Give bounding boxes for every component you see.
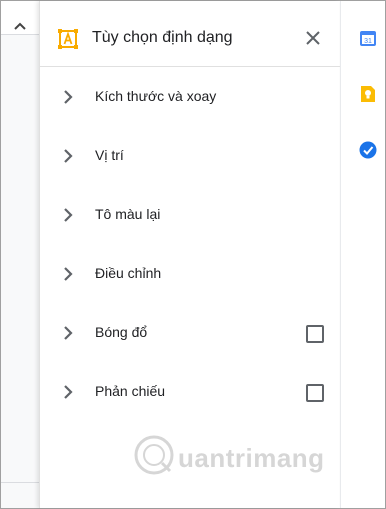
- section-adjustments[interactable]: Điều chỉnh: [40, 244, 340, 303]
- section-reflection[interactable]: Phản chiếu: [40, 362, 340, 421]
- watermark-text: uantrimang: [178, 443, 325, 473]
- section-label: Vị trí: [95, 147, 124, 163]
- divider: [1, 482, 39, 483]
- chevron-right-icon: [64, 208, 73, 222]
- panel-title: Tùy chọn định dạng: [92, 29, 233, 46]
- tasks-icon[interactable]: [359, 141, 377, 159]
- svg-text:31: 31: [364, 38, 372, 45]
- section-size-rotation[interactable]: Kích thước và xoay: [40, 67, 340, 126]
- calendar-icon[interactable]: 31: [359, 29, 377, 47]
- chevron-right-icon: [64, 149, 73, 163]
- section-label: Kích thước và xoay: [95, 88, 217, 104]
- section-label: Tô màu lại: [95, 206, 161, 222]
- watermark-logo-icon: [134, 435, 174, 475]
- section-drop-shadow[interactable]: Bóng đổ: [40, 303, 340, 362]
- document-toolbar: [1, 1, 39, 35]
- section-label: Bóng đổ: [95, 324, 148, 340]
- keep-icon[interactable]: [359, 85, 377, 103]
- format-options-icon: [58, 29, 78, 49]
- side-rail: 31: [340, 1, 385, 508]
- chevron-right-icon: [64, 385, 73, 399]
- section-label: Điều chỉnh: [95, 265, 162, 281]
- close-icon[interactable]: [303, 28, 323, 48]
- document-area: [1, 1, 39, 508]
- section-recolor[interactable]: Tô màu lại: [40, 185, 340, 244]
- reflection-checkbox[interactable]: [306, 384, 324, 402]
- chevron-right-icon: [64, 90, 73, 104]
- section-label: Phản chiếu: [95, 383, 166, 399]
- section-position[interactable]: Vị trí: [40, 126, 340, 185]
- panel-header: Tùy chọn định dạng: [40, 1, 340, 67]
- chevron-right-icon: [64, 267, 73, 281]
- chevron-right-icon: [64, 326, 73, 340]
- drop-shadow-checkbox[interactable]: [306, 325, 324, 343]
- format-options-panel: Tùy chọn định dạng Kích thước và xoay Vị…: [39, 1, 340, 508]
- chevron-up-icon[interactable]: [13, 21, 27, 31]
